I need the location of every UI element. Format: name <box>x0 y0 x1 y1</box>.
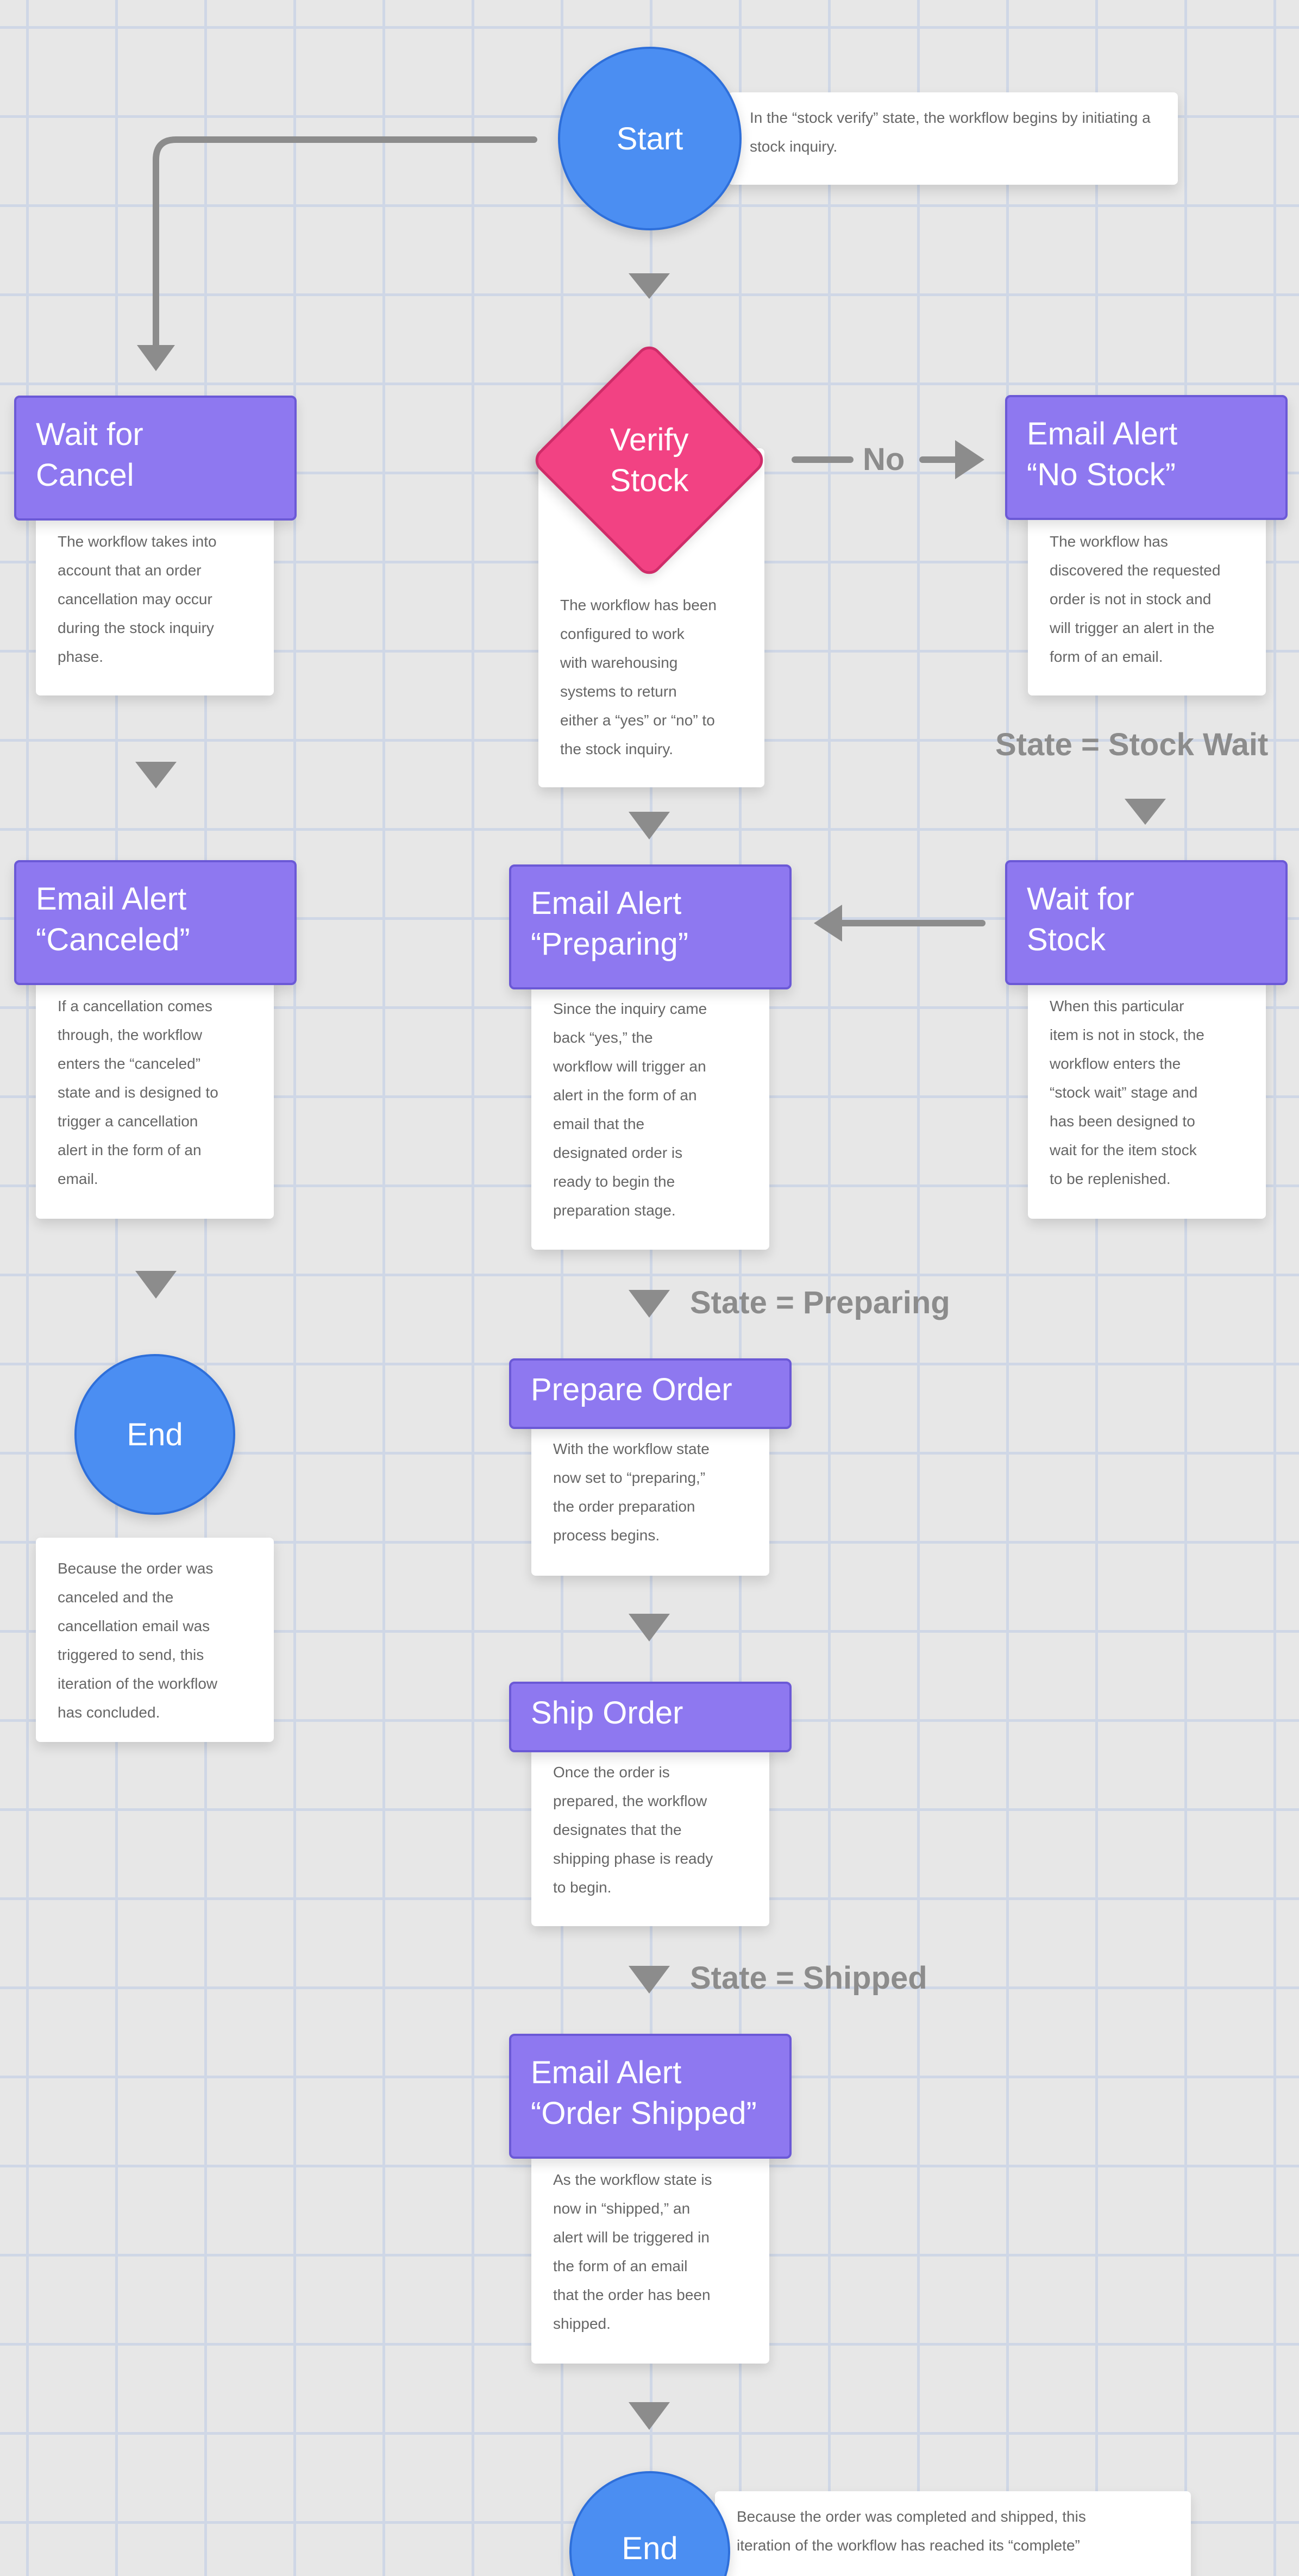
email-preparing-description: Since the inquiry came back “yes,” the w… <box>531 978 769 1250</box>
start-note: In the “stock verify” state, the workflo… <box>728 92 1178 185</box>
ship-order-node: Ship Order <box>509 1682 792 1752</box>
arrow-ship-to-email-shipped <box>629 1966 670 1994</box>
email-preparing-node: Email Alert “Preparing” <box>509 864 792 989</box>
edge-label-state-preparing: State = Preparing <box>690 1285 950 1320</box>
wait-stock-description: When this particular item is not in stoc… <box>1028 975 1266 1219</box>
arrow-prepare-to-ship <box>629 1614 670 1641</box>
arrow-preparing-to-prepare-order <box>629 1290 670 1318</box>
ship-order-description: Once the order is prepared, the workflow… <box>531 1741 769 1926</box>
email-shipped-description: As the workflow state is now in “shipped… <box>531 2149 769 2364</box>
workflow-diagram: In the “stock verify” state, the workflo… <box>0 0 1299 2576</box>
wait-stock-node: Wait for Stock <box>1005 860 1288 985</box>
prepare-order-description: With the workflow state now set to “prep… <box>531 1418 769 1576</box>
wait-cancel-node: Wait for Cancel <box>14 396 297 521</box>
email-no-stock-node: Email Alert “No Stock” <box>1005 395 1288 520</box>
arrow-start-to-verify <box>629 273 670 299</box>
wait-cancel-description: The workflow takes into account that an … <box>36 511 274 695</box>
edge-label-state-shipped: State = Shipped <box>690 1960 927 1996</box>
arrow-email-shipped-to-end <box>629 2402 670 2430</box>
end-shipped-note: Because the order was completed and ship… <box>715 2491 1191 2576</box>
email-canceled-node: Email Alert “Canceled” <box>14 860 297 985</box>
prepare-order-node: Prepare Order <box>509 1358 792 1429</box>
edge-label-state-stock-wait: State = Stock Wait <box>995 727 1269 762</box>
email-no-stock-description: The workflow has discovered the requeste… <box>1028 511 1266 695</box>
start-node: Start <box>558 47 742 230</box>
verify-stock-label: Verify Stock <box>610 422 689 498</box>
end-canceled-node: End <box>74 1354 235 1515</box>
edge-label-no: No <box>863 442 905 477</box>
arrow-verify-to-email-preparing <box>629 812 670 839</box>
connector-start-to-wait-cancel <box>153 136 537 351</box>
arrow-wait-cancel-to-email-canceled <box>135 762 177 788</box>
arrow-email-canceled-to-end <box>135 1271 177 1299</box>
arrow-no-stock-to-wait-stock <box>1125 799 1166 825</box>
email-shipped-node: Email Alert “Order Shipped” <box>509 2034 792 2159</box>
end-canceled-description: Because the order was canceled and the c… <box>36 1538 274 1742</box>
email-canceled-description: If a cancellation comes through, the wor… <box>36 975 274 1219</box>
